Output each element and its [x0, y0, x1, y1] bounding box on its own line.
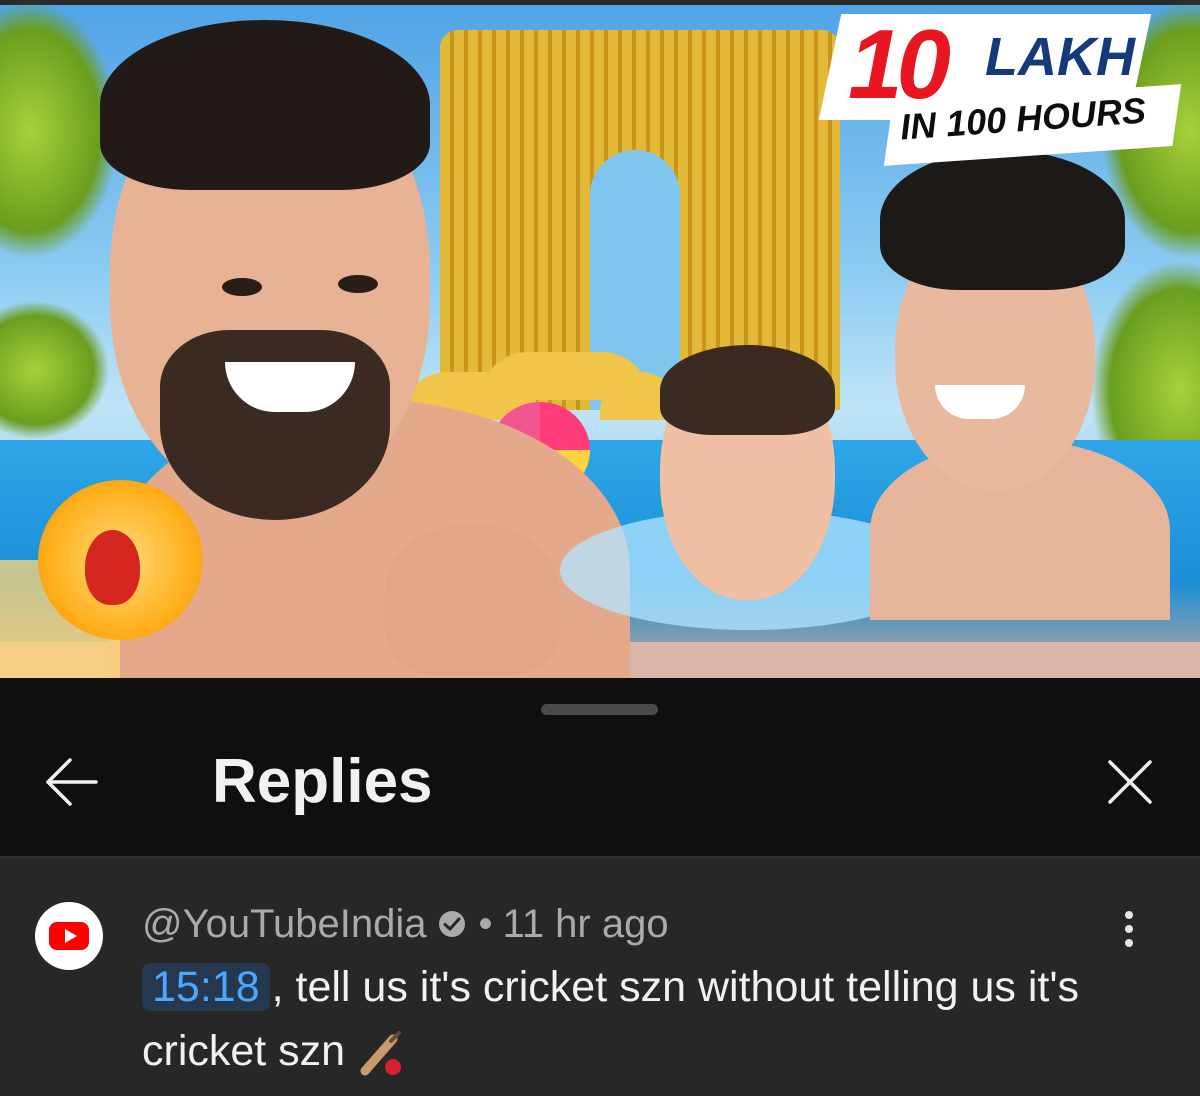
strawberry-image	[85, 530, 140, 605]
person-left-beard	[160, 330, 390, 520]
panel-title: Replies	[212, 747, 433, 816]
close-icon	[1108, 760, 1152, 804]
comment-text: , tell us it's cricket szn without telli…	[142, 963, 1080, 1075]
verified-check-icon	[438, 911, 465, 937]
comment-time: 11 hr ago	[502, 901, 669, 946]
timestamp-link[interactable]: 15:18	[142, 963, 270, 1011]
more-vertical-icon	[1125, 911, 1133, 919]
person-left-hair	[100, 20, 430, 190]
person-left-eye	[222, 278, 262, 296]
play-icon	[65, 929, 77, 943]
meta-separator: •	[478, 901, 493, 946]
person-left-eye	[338, 275, 378, 293]
thumbnail-top-bar	[0, 0, 1200, 5]
person-right-hair	[880, 150, 1125, 290]
pinned-comment: @YouTubeIndia • 11 hr ago 15:18, tell us…	[0, 859, 1200, 1096]
comment-body: 15:18, tell us it's cricket szn without …	[142, 955, 1102, 1083]
arrow-left-icon	[46, 758, 98, 806]
video-thumbnail[interactable]: 10 LAKH IN 100 HOURS	[0, 0, 1200, 678]
more-vertical-icon	[1125, 939, 1133, 947]
palm-tree-image	[0, 300, 110, 440]
close-button[interactable]	[1100, 752, 1160, 812]
drag-handle[interactable]	[541, 704, 658, 715]
more-vertical-icon	[1125, 925, 1133, 933]
comment-author[interactable]: @YouTubeIndia	[142, 902, 427, 947]
baby-hair-image	[660, 345, 835, 435]
badge-unit: LAKH	[985, 27, 1135, 87]
back-button[interactable]	[34, 752, 106, 812]
cricket-bat-ball-icon	[360, 1030, 402, 1076]
thumbs-up-hand-image	[385, 525, 560, 675]
replies-panel: Replies @YouTubeIndia • 11 hr ago 15:18,…	[0, 680, 1200, 1096]
comment-meta: @YouTubeIndia • 11 hr ago	[142, 899, 669, 949]
more-options-button[interactable]	[1114, 907, 1144, 957]
